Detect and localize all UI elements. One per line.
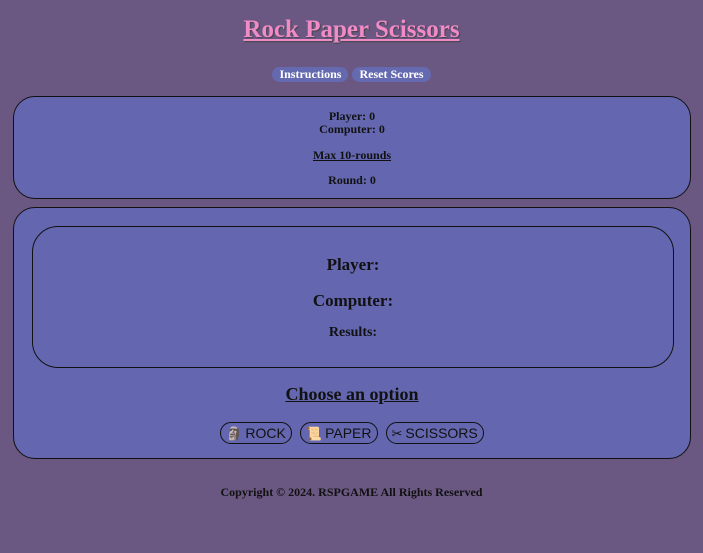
max-rounds-label: Max 10-rounds — [312, 148, 392, 162]
scissors-button-label: SCISSORS — [405, 425, 478, 441]
footer-copyright: Copyright © 2024. RSPGAME All Rights Res… — [220, 485, 483, 499]
results-label: Results: — [328, 325, 378, 340]
top-button-bar: Instructions Reset Scores — [0, 67, 703, 82]
reset-scores-button[interactable]: Reset Scores — [352, 67, 431, 82]
round-counter: Round: 0 — [328, 173, 376, 187]
scissors-button[interactable]: ✂ SCISSORS — [385, 422, 484, 444]
computer-choice-label: Computer: — [312, 291, 394, 310]
computer-score: Computer: 0 — [319, 122, 385, 136]
game-panel: Player: Computer: Results: Choose an opt… — [13, 207, 691, 459]
results-panel: Player: Computer: Results: — [32, 226, 674, 368]
rock-button[interactable]: 🗿 ROCK — [220, 422, 292, 444]
rock-button-label: ROCK — [245, 425, 286, 441]
paper-button[interactable]: 📜 PAPER — [299, 422, 378, 444]
instructions-button[interactable]: Instructions — [272, 67, 349, 82]
scissors-icon: ✂ — [391, 425, 403, 441]
player-choice-label: Player: — [326, 255, 380, 274]
choice-buttons: 🗿 ROCK 📜 PAPER ✂ SCISSORS — [14, 422, 690, 444]
choose-option-heading: Choose an option — [285, 384, 419, 404]
scroll-icon: 📜 — [305, 425, 323, 441]
scoreboard-panel: Player: 0 Computer: 0 Max 10-rounds Roun… — [13, 96, 691, 199]
rock-icon: 🗿 — [226, 425, 243, 441]
paper-button-label: PAPER — [325, 425, 372, 441]
page-title: Rock Paper Scissors — [243, 16, 460, 43]
